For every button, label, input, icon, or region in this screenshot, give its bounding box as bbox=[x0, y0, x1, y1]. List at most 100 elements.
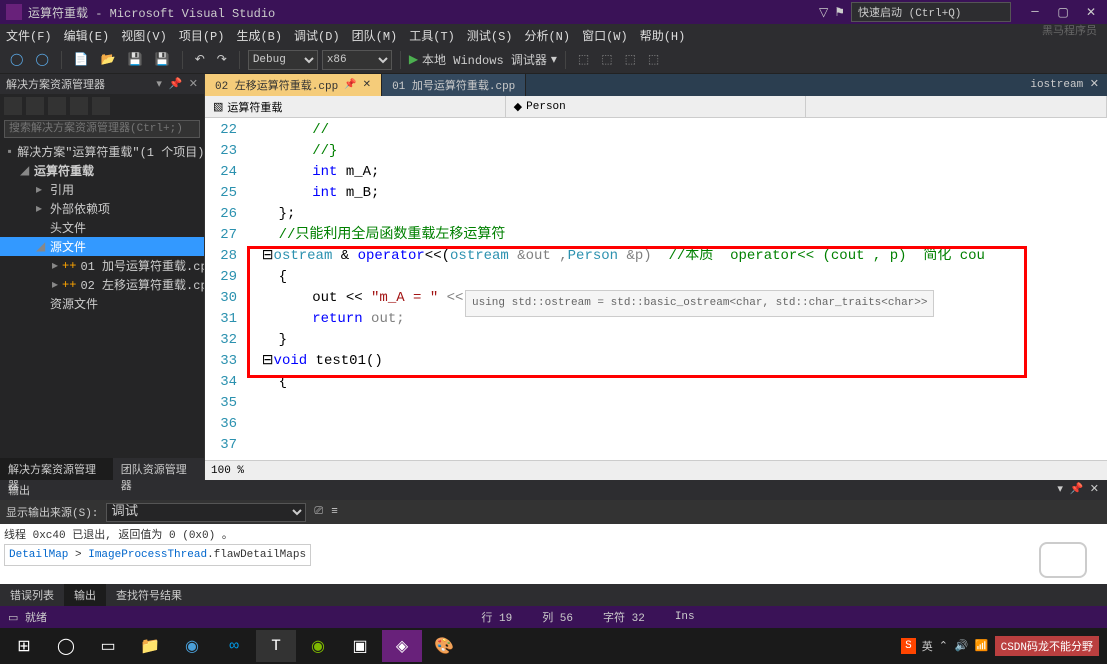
nav-fwd-button[interactable]: ◯ bbox=[31, 50, 52, 69]
code-editor: 02 左移运算符重载.cpp📌✕ 01 加号运算符重载.cpp iostream… bbox=[205, 74, 1107, 480]
save-button[interactable]: 💾 bbox=[124, 50, 147, 69]
step-over-button[interactable]: ⬚ bbox=[597, 50, 616, 69]
windows-taskbar: ⊞ ◯ ▭ 📁 ◉ ∞ T ◉ ▣ ◈ 🎨 S 英 ⌃ 🔊 📶 CSDN码龙不能… bbox=[0, 628, 1107, 664]
step-into-button[interactable]: ⬚ bbox=[621, 50, 640, 69]
platform-select[interactable]: x86 bbox=[322, 50, 392, 70]
tray-lang[interactable]: 英 bbox=[922, 638, 933, 654]
panel-pin-icon[interactable]: ▾ 📌 ✕ bbox=[156, 77, 198, 91]
output-source-label: 显示输出来源(S): bbox=[6, 504, 98, 520]
quick-launch-input[interactable]: 快速启动 (Ctrl+Q) bbox=[851, 2, 1011, 22]
debugger-button[interactable]: 本地 Windows 调试器 bbox=[422, 51, 547, 68]
redo-button[interactable]: ↷ bbox=[213, 50, 231, 69]
menu-build[interactable]: 生成(B) bbox=[236, 27, 282, 44]
app-icon-4[interactable]: ▣ bbox=[340, 630, 380, 662]
menu-debug[interactable]: 调试(D) bbox=[294, 27, 340, 44]
breadcrumb-member[interactable] bbox=[806, 96, 1107, 117]
menu-bar: 文件(F) 编辑(E) 视图(V) 项目(P) 生成(B) 调试(D) 团队(M… bbox=[0, 24, 1107, 46]
tab-close-icon[interactable]: ✕ bbox=[363, 79, 371, 91]
browser-icon[interactable]: ◉ bbox=[172, 630, 212, 662]
menu-project[interactable]: 项目(P) bbox=[179, 27, 225, 44]
project-node[interactable]: 运算符重载 bbox=[34, 162, 94, 179]
task-view-icon[interactable]: ▭ bbox=[88, 630, 128, 662]
step-out-button[interactable]: ⬚ bbox=[644, 50, 663, 69]
notification-icon[interactable]: ▽ bbox=[819, 5, 828, 20]
output-wrap-icon[interactable]: ≡ bbox=[331, 506, 338, 518]
editor-tab-right[interactable]: iostream ✕ bbox=[1022, 74, 1107, 96]
sources-node[interactable]: 源文件 bbox=[50, 238, 86, 255]
file-node-1[interactable]: 01 加号运算符重载.cpp bbox=[80, 257, 204, 274]
menu-view[interactable]: 视图(V) bbox=[121, 27, 167, 44]
external-node[interactable]: 外部依赖项 bbox=[50, 200, 110, 217]
minimize-button[interactable]: ─ bbox=[1025, 5, 1045, 20]
properties-icon[interactable] bbox=[92, 97, 110, 115]
app-icon-3[interactable]: ◉ bbox=[298, 630, 338, 662]
watermark-text: 黑马程序员 bbox=[1042, 22, 1097, 38]
tab-find-results[interactable]: 查找符号结果 bbox=[106, 584, 192, 606]
video-play-overlay[interactable] bbox=[1039, 542, 1087, 578]
debugger-dropdown[interactable]: ▾ bbox=[551, 52, 557, 67]
refs-node[interactable]: 引用 bbox=[50, 181, 74, 198]
undo-button[interactable]: ↶ bbox=[191, 50, 209, 69]
menu-file[interactable]: 文件(F) bbox=[6, 27, 52, 44]
config-select[interactable]: Debug bbox=[248, 50, 318, 70]
menu-analyze[interactable]: 分析(N) bbox=[524, 27, 570, 44]
code-area[interactable]: // //} int m_A; int m_B; }; //只能利用全局函数重载… bbox=[245, 118, 1107, 460]
tab-team-explorer[interactable]: 团队资源管理器 bbox=[113, 458, 204, 480]
tray-icons[interactable]: ⌃ 🔊 📶 bbox=[939, 639, 989, 653]
show-all-icon[interactable] bbox=[70, 97, 88, 115]
paint-icon[interactable]: 🎨 bbox=[424, 630, 464, 662]
new-file-button[interactable]: 📄 bbox=[70, 50, 93, 69]
app-icon-2[interactable]: T bbox=[256, 630, 296, 662]
solution-explorer: 解决方案资源管理器 ▾ 📌 ✕ ▪解决方案"运算符重载"(1 个项目) ◢运算符… bbox=[0, 74, 205, 480]
tab-output[interactable]: 输出 bbox=[64, 584, 106, 606]
breadcrumb-scope[interactable]: ▧ 运算符重载 bbox=[205, 96, 506, 117]
app-icon-1[interactable]: ∞ bbox=[214, 630, 254, 662]
flag-icon[interactable]: ⚑ bbox=[834, 5, 845, 20]
menu-window[interactable]: 窗口(W) bbox=[582, 27, 628, 44]
tab-pin-icon[interactable]: 📌 bbox=[344, 79, 356, 91]
menu-test[interactable]: 测试(S) bbox=[467, 27, 513, 44]
status-line: 行 19 bbox=[481, 609, 512, 625]
output-pin-icon[interactable]: ▾ 📌 ✕ bbox=[1057, 482, 1099, 498]
window-title: 运算符重载 - Microsoft Visual Studio bbox=[28, 4, 813, 21]
status-col: 列 56 bbox=[542, 609, 573, 625]
breadcrumb-class[interactable]: ◆ Person bbox=[506, 96, 807, 117]
solution-toolbar bbox=[0, 94, 204, 118]
status-ins: Ins bbox=[675, 611, 695, 623]
menu-help[interactable]: 帮助(H) bbox=[640, 27, 686, 44]
save-all-button[interactable]: 💾 bbox=[151, 50, 174, 69]
output-source-select[interactable]: 调试 bbox=[106, 503, 306, 522]
headers-node[interactable]: 头文件 bbox=[50, 219, 86, 236]
tab-solution-explorer[interactable]: 解决方案资源管理器 bbox=[0, 458, 113, 480]
menu-team[interactable]: 团队(M) bbox=[352, 27, 398, 44]
output-text[interactable]: 线程 0xc40 已退出, 返回值为 0 (0x0) 。 DetailMap >… bbox=[0, 524, 1107, 584]
start-button[interactable]: ⊞ bbox=[4, 630, 44, 662]
file-node-2[interactable]: 02 左移运算符重载.cpp bbox=[80, 276, 204, 293]
resources-node[interactable]: 资源文件 bbox=[50, 295, 98, 312]
tray-ime-icon[interactable]: S bbox=[901, 638, 916, 654]
solution-root[interactable]: 解决方案"运算符重载"(1 个项目) bbox=[17, 143, 204, 160]
solution-search-input[interactable] bbox=[4, 120, 200, 138]
output-clear-icon[interactable]: ⎚ bbox=[314, 506, 323, 518]
editor-tab-2[interactable]: 01 加号运算符重载.cpp bbox=[382, 74, 526, 96]
line-gutter: 22232425262728293031323334353637 bbox=[205, 118, 245, 460]
csdn-watermark: CSDN码龙不能分野 bbox=[995, 636, 1099, 656]
nav-back-button[interactable]: ◯ bbox=[6, 50, 27, 69]
sync-icon[interactable] bbox=[48, 97, 66, 115]
menu-edit[interactable]: 编辑(E) bbox=[64, 27, 110, 44]
maximize-button[interactable]: ▢ bbox=[1053, 5, 1073, 20]
editor-tab-active[interactable]: 02 左移运算符重载.cpp📌✕ bbox=[205, 74, 382, 96]
vs-taskbar-icon[interactable]: ◈ bbox=[382, 630, 422, 662]
zoom-level[interactable]: 100 % bbox=[211, 465, 244, 477]
cortana-icon[interactable]: ◯ bbox=[46, 630, 86, 662]
step-button[interactable]: ⬚ bbox=[574, 50, 593, 69]
status-char: 字符 32 bbox=[603, 609, 645, 625]
solution-tree[interactable]: ▪解决方案"运算符重载"(1 个项目) ◢运算符重载 ▸引用 ▸外部依赖项 头文… bbox=[0, 140, 204, 458]
close-button[interactable]: ✕ bbox=[1081, 5, 1101, 20]
tab-error-list[interactable]: 错误列表 bbox=[0, 584, 64, 606]
explorer-icon[interactable]: 📁 bbox=[130, 630, 170, 662]
refresh-icon[interactable] bbox=[26, 97, 44, 115]
menu-tools[interactable]: 工具(T) bbox=[409, 27, 455, 44]
open-button[interactable]: 📂 bbox=[97, 50, 120, 69]
home-icon[interactable] bbox=[4, 97, 22, 115]
